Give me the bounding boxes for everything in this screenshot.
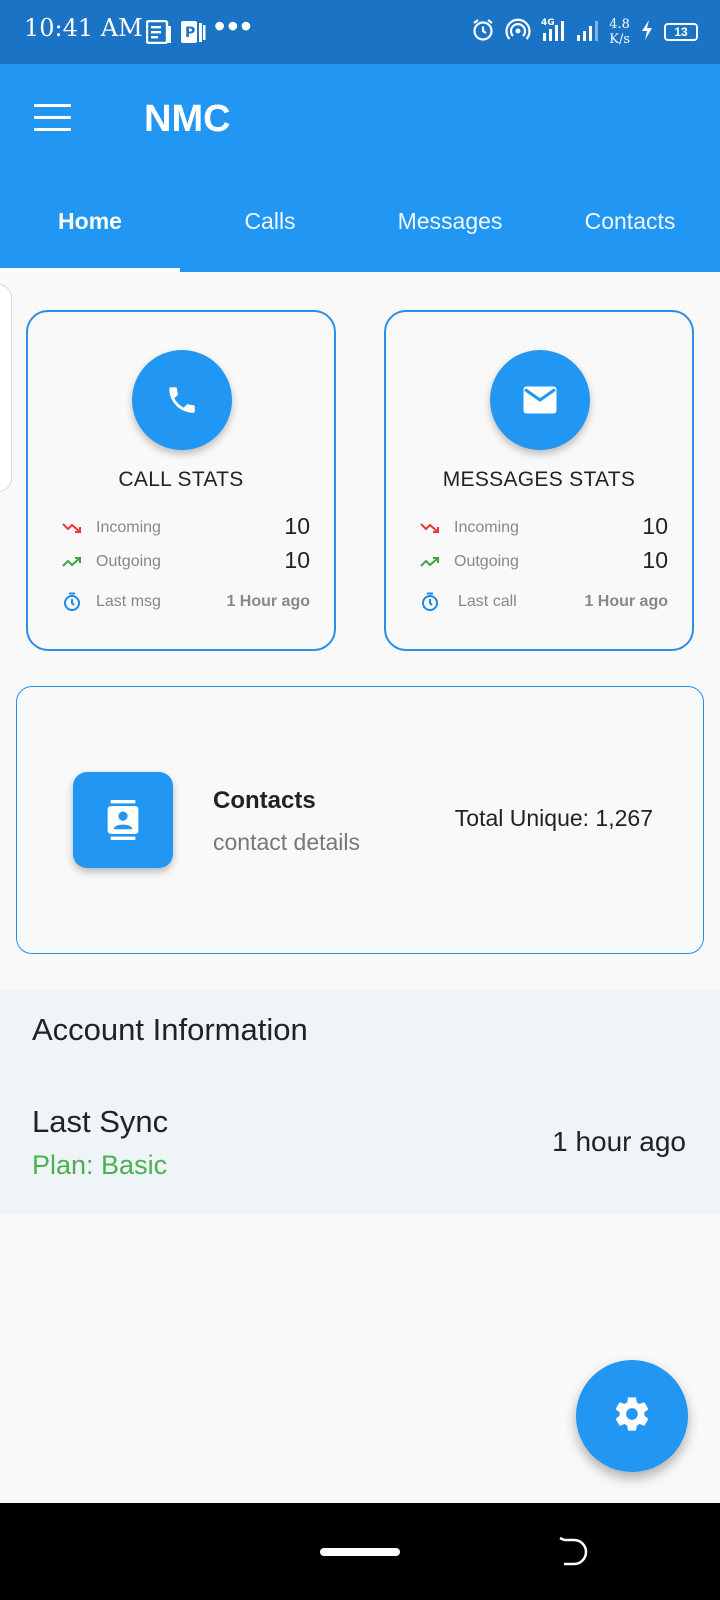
notification-icons: P (145, 19, 206, 49)
home-gesture-pill[interactable] (320, 1548, 400, 1556)
app-bar: NMC Home Calls Messages Contacts (0, 64, 720, 272)
call-outgoing-row: Outgoing 10 (62, 547, 310, 577)
call-last-value: 1 Hour ago (226, 593, 310, 610)
system-nav-bar (0, 1503, 720, 1600)
call-outgoing-value: 10 (284, 547, 310, 573)
gear-icon (612, 1394, 652, 1439)
messages-stats-title: MESSAGES STATS (442, 468, 636, 491)
messages-stats-card[interactable]: MESSAGES STATS Incoming 10 Outgoing 10 L… (384, 310, 694, 651)
contacts-subtitle: contact details (213, 829, 361, 855)
menu-icon[interactable] (34, 104, 78, 144)
status-bar: 10:41 AM P ••• 4G 4.8 K/s 13 (0, 0, 720, 64)
status-time: 10:41 AM (24, 14, 143, 42)
alarm-icon (471, 18, 495, 47)
trending-down-icon (420, 518, 440, 543)
speed-unit: K/s (609, 32, 630, 47)
trending-up-icon (420, 552, 440, 577)
timer-icon (420, 592, 440, 617)
msg-outgoing-row: Outgoing 10 (420, 547, 668, 577)
charging-icon (640, 19, 654, 46)
news-icon (145, 19, 172, 49)
phone-icon (132, 350, 232, 450)
call-stats-title: CALL STATS (118, 468, 244, 491)
plan-label: Plan: Basic (32, 1150, 168, 1180)
call-stats-card[interactable]: CALL STATS Incoming 10 Outgoing 10 Last … (26, 310, 336, 651)
last-sync-label: Last Sync (32, 1104, 169, 1139)
battery-icon: 13 (664, 23, 698, 41)
msg-incoming-label: Incoming (454, 519, 519, 536)
app-title: NMC (144, 98, 231, 140)
call-last-row: Last msg 1 Hour ago (62, 587, 310, 617)
call-incoming-label: Incoming (96, 519, 161, 536)
network-speed: 4.8 K/s (609, 17, 630, 47)
trending-up-icon (62, 552, 82, 577)
trending-down-icon (62, 518, 82, 543)
account-info-section: Account Information Last Sync Plan: Basi… (0, 990, 720, 1215)
settings-fab[interactable] (576, 1360, 688, 1472)
svg-text:P: P (185, 25, 195, 41)
msg-outgoing-value: 10 (642, 547, 668, 573)
timer-icon (62, 592, 82, 617)
last-sync-value: 1 hour ago (552, 1126, 686, 1157)
mail-icon (490, 350, 590, 450)
msg-last-label: Last call (458, 593, 517, 610)
side-drawer-edge[interactable] (0, 284, 12, 492)
contacts-total: Total Unique: 1,267 (454, 805, 653, 831)
svg-text:4G: 4G (541, 18, 555, 28)
call-outgoing-label: Outgoing (96, 553, 161, 570)
msg-incoming-value: 10 (642, 513, 668, 539)
account-heading: Account Information (32, 1012, 308, 1047)
msg-incoming-row: Incoming 10 (420, 513, 668, 543)
signal-icon (575, 18, 599, 47)
call-incoming-value: 10 (284, 513, 310, 539)
contacts-card[interactable]: Contacts contact details Total Unique: 1… (16, 686, 704, 954)
back-icon[interactable] (556, 1536, 588, 1572)
tab-calls[interactable]: Calls (180, 192, 360, 272)
contact-card-icon (73, 772, 173, 868)
tab-home[interactable]: Home (0, 192, 180, 272)
status-right-icons: 4G 4.8 K/s 13 (471, 14, 698, 50)
msg-last-row: Last call 1 Hour ago (420, 587, 668, 617)
tab-contacts[interactable]: Contacts (540, 192, 720, 272)
speed-value: 4.8 (609, 17, 630, 32)
parking-icon: P (180, 20, 206, 49)
call-last-label: Last msg (96, 593, 161, 610)
signal-4g-icon: 4G (541, 17, 565, 48)
msg-outgoing-label: Outgoing (454, 553, 519, 570)
tab-messages[interactable]: Messages (360, 192, 540, 272)
contacts-title: Contacts (213, 787, 316, 814)
msg-last-value: 1 Hour ago (584, 593, 668, 610)
more-dots-icon: ••• (214, 8, 254, 44)
hotspot-icon (505, 18, 531, 47)
tab-bar: Home Calls Messages Contacts (0, 192, 720, 272)
call-incoming-row: Incoming 10 (62, 513, 310, 543)
